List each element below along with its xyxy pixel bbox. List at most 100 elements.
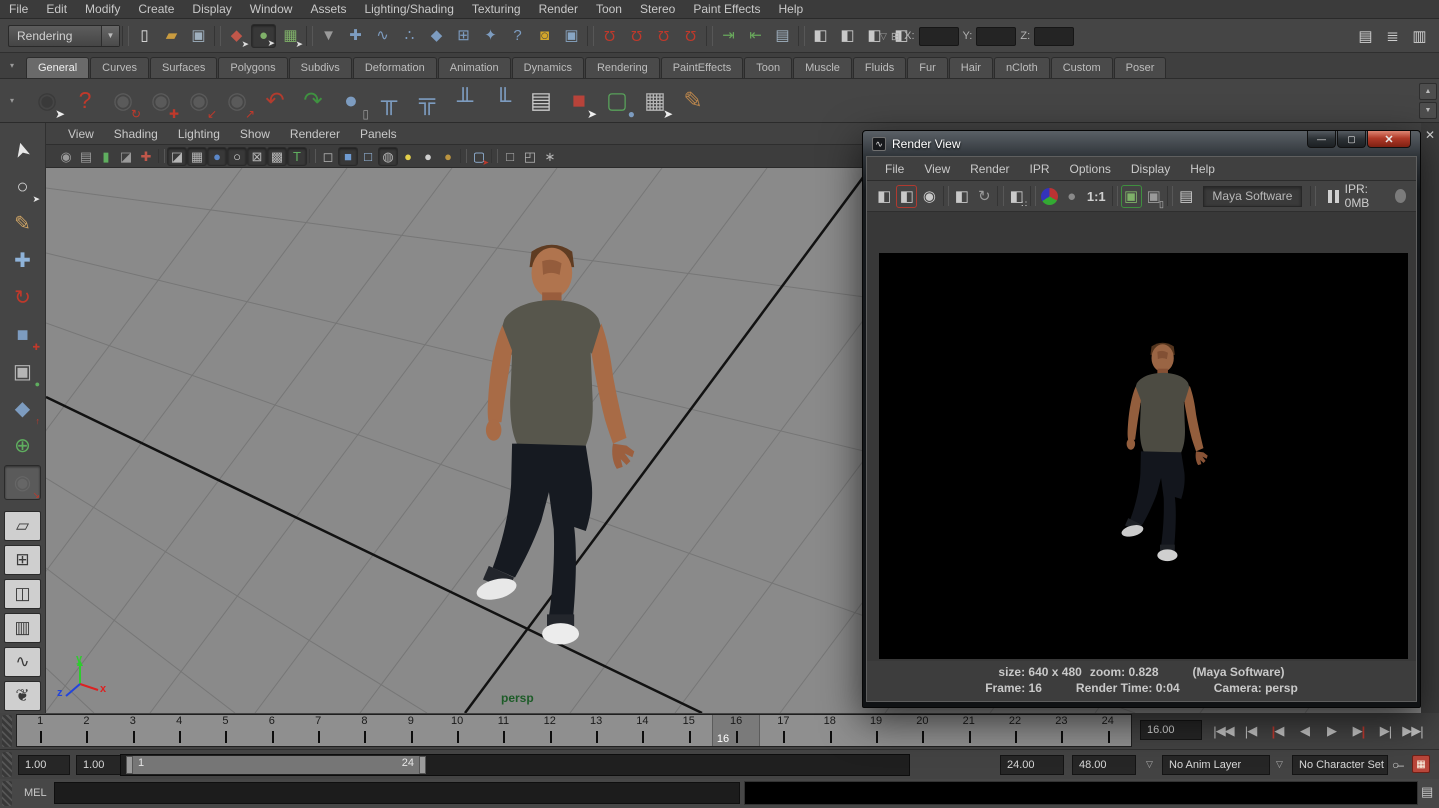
render-view-menu-ipr[interactable]: IPR [1020,162,1060,176]
snap-curves-icon[interactable]: ∿ [370,24,395,48]
timeline-frame-22[interactable]: 22 [992,715,1038,746]
four-pane-layout[interactable]: ⊞ [4,545,41,575]
renderer-selector[interactable]: Maya Software [1203,186,1301,207]
chevron-down-icon[interactable]: ▽ [1276,759,1283,770]
timeline-frame-20[interactable]: 20 [899,715,945,746]
soft-modification-tool[interactable]: ◆↑ [4,391,41,426]
shelf-tab-dynamics[interactable]: Dynamics [512,57,584,78]
menu-display[interactable]: Display [183,0,240,19]
maximize-button[interactable]: ▢ [1337,131,1366,148]
timeline-frame-9[interactable]: 9 [388,715,434,746]
ipr-render-icon[interactable]: ◧ [952,185,972,208]
flat-light-icon[interactable]: ● [438,147,458,166]
scroll-up-icon[interactable]: ▲ [1419,83,1437,100]
range-slider-track[interactable]: 1 24 [120,754,910,776]
group-icon[interactable]: ╦ [409,83,445,119]
timeline-frame-21[interactable]: 21 [946,715,992,746]
lock-icon[interactable]: ◙ [532,24,557,48]
shelf-tab-toon[interactable]: Toon [744,57,792,78]
outliner-persp-layout[interactable]: ◫ [4,579,41,609]
drag-handle[interactable] [2,715,12,747]
shelf-tab-ncloth[interactable]: nCloth [994,57,1050,78]
render-view-menu-options[interactable]: Options [1060,162,1121,176]
snap-magnet-grid-icon[interactable]: Ω [597,24,622,48]
step-forward-frame-button[interactable]: ▶| [1345,718,1372,744]
drag-handle[interactable] [2,752,12,777]
keep-image-icon[interactable]: ▣ [1121,185,1142,208]
set-key-icon[interactable]: ○– [1392,758,1402,772]
rotate-tool[interactable]: ↻ [4,280,41,315]
timeline-frame-18[interactable]: 18 [807,715,853,746]
timeline-frame-12[interactable]: 12 [527,715,573,746]
timeline-frame-11[interactable]: 11 [480,715,526,746]
menu-file[interactable]: File [0,0,37,19]
chevron-down-icon[interactable]: ▼ [101,26,119,46]
menu-lighting-shading[interactable]: Lighting/Shading [355,0,462,19]
render-view-menu-render[interactable]: Render [960,162,1019,176]
field-entry-arrow-icon[interactable]: ▽ [880,31,887,42]
shelf-tab-fur[interactable]: Fur [907,57,948,78]
menu-render[interactable]: Render [530,0,587,19]
go-to-end-button[interactable]: ▶▶| [1399,718,1426,744]
close-icon[interactable]: ✕ [1422,127,1438,143]
timeline-frame-1[interactable]: 1 [17,715,63,746]
auto-keyframe-icon[interactable]: ▦ [1412,755,1430,773]
single-pane-layout[interactable]: ▱ [4,511,41,541]
step-forward-key-button[interactable]: ▶| [1372,718,1399,744]
delete-unused-icon[interactable]: ●▯ [333,83,369,119]
render-view-menu-view[interactable]: View [914,162,960,176]
menu-set-selector[interactable]: Rendering ▼ [8,25,120,47]
xray-icon[interactable]: □ [500,147,520,166]
use-default-material-icon[interactable]: T [287,147,307,166]
quick-help-icon[interactable]: ? [505,24,530,48]
shaded-cube-icon[interactable]: ■ [338,147,358,166]
remove-image-icon[interactable]: ▣▯ [1144,185,1164,208]
command-line-mode-label[interactable]: MEL [24,787,47,799]
timeline-frame-15[interactable]: 15 [666,715,712,746]
menu-stereo[interactable]: Stereo [631,0,684,19]
input-connections-icon[interactable]: ⇥ [716,24,741,48]
output-connections-icon[interactable]: ⇤ [743,24,768,48]
pause-ipr-icon[interactable] [1328,190,1339,203]
menu-modify[interactable]: Modify [76,0,129,19]
film-gate-icon[interactable]: ▦ [187,147,207,166]
xray-active-icon[interactable]: ◰ [520,147,540,166]
range-slider-bar[interactable]: 1 24 [126,756,426,774]
render-icon[interactable]: ◧ [874,185,894,208]
snap-magnet-point-icon[interactable]: Ω [651,24,676,48]
snap-magnet-curve-icon[interactable]: Ω [624,24,649,48]
shelf-tab-fluids[interactable]: Fluids [853,57,906,78]
tool-settings-icon[interactable]: ≣ [1380,24,1405,48]
transform-node-icon[interactable]: ■➤ [561,83,597,119]
play-forwards-button[interactable]: ▶ [1318,718,1345,744]
absolute-mode-icon[interactable]: ⊞ [891,30,900,43]
default-light-icon[interactable]: ● [418,147,438,166]
paint-effects-panel-icon[interactable]: ❦ [4,681,41,711]
new-scene-icon[interactable]: ▯ [132,24,157,48]
render-view-menu-help[interactable]: Help [1180,162,1225,176]
move-nearest-icon[interactable]: ✚ [343,24,368,48]
panel-menu-shading[interactable]: Shading [104,127,168,141]
script-editor-icon[interactable]: ▤ [1421,784,1437,802]
shelf-tab-deformation[interactable]: Deformation [353,57,437,78]
panel-menu-renderer[interactable]: Renderer [280,127,350,141]
minimize-button[interactable]: — [1307,131,1336,148]
shelf-tab-subdivs[interactable]: Subdivs [289,57,352,78]
timeline-ruler[interactable]: 1234567891011121314151616171819202122232… [16,714,1132,747]
shelf-tab-rendering[interactable]: Rendering [585,57,660,78]
timeline-frame-19[interactable]: 19 [853,715,899,746]
shelf-tab-hair[interactable]: Hair [949,57,993,78]
timeline-frame-7[interactable]: 7 [295,715,341,746]
snap-magnet-plane-icon[interactable]: Ω [678,24,703,48]
highlight-selection-icon[interactable]: ▣ [559,24,584,48]
camera-dolly-icon[interactable]: ◉↙ [181,83,217,119]
play-backwards-button[interactable]: ◀ [1291,718,1318,744]
save-scene-icon[interactable]: ▣ [186,24,211,48]
viewport-camera-icon[interactable]: ◉ [56,147,76,166]
shelf-tab-curves[interactable]: Curves [90,57,149,78]
universal-manipulator-tool[interactable]: ▣● [4,354,41,389]
panel-menu-panels[interactable]: Panels [350,127,407,141]
timeline-frame-24[interactable]: 24 [1085,715,1131,746]
checker-material-icon[interactable]: ◍ [378,147,398,166]
parent-icon[interactable]: ╥ [371,83,407,119]
